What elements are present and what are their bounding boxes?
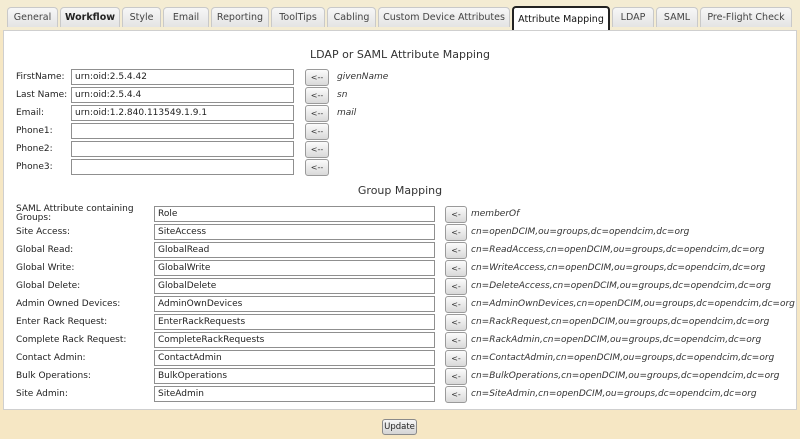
- tab-custom-device-attributes[interactable]: Custom Device Attributes: [378, 7, 510, 27]
- tab-attribute-mapping[interactable]: Attribute Mapping: [512, 6, 610, 30]
- global-write-input[interactable]: GlobalWrite: [154, 260, 435, 276]
- row-label: Last Name:: [16, 90, 68, 100]
- group-hint: cn=RackRequest,cn=openDCIM,ou=groups,dc=…: [471, 317, 770, 327]
- row-label: SAML Attribute containing Groups:: [16, 204, 134, 223]
- enter-rack-request-input[interactable]: EnterRackRequests: [154, 314, 435, 330]
- firstname-attribute-input[interactable]: urn:oid:2.5.4.42: [71, 69, 294, 85]
- group-hint: cn=WriteAccess,cn=openDCIM,ou=groups,dc=…: [471, 263, 766, 273]
- row-label: Site Admin:: [16, 389, 68, 399]
- copy-arrow-button[interactable]: <--: [305, 141, 329, 158]
- admin-owned-devices-input[interactable]: AdminOwnDevices: [154, 296, 435, 312]
- tab-cabling[interactable]: Cabling: [327, 7, 376, 27]
- group-section-title: Group Mapping: [357, 184, 443, 197]
- row-label: Phone3:: [16, 162, 53, 172]
- tab-email[interactable]: Email: [163, 7, 209, 27]
- row-label: FirstName:: [16, 72, 65, 82]
- row-label: Phone1:: [16, 126, 53, 136]
- copy-arrow-button[interactable]: <--: [305, 105, 329, 122]
- group-hint: cn=SiteAdmin,cn=openDCIM,ou=groups,dc=op…: [471, 389, 757, 399]
- copy-arrow-button[interactable]: <-: [445, 350, 467, 367]
- copy-arrow-button[interactable]: <-: [445, 278, 467, 295]
- tab-style[interactable]: Style: [122, 7, 161, 27]
- group-hint: cn=ReadAccess,cn=openDCIM,ou=groups,dc=o…: [471, 245, 765, 255]
- email-attribute-input[interactable]: urn:oid:1.2.840.113549.1.9.1: [71, 105, 294, 121]
- copy-arrow-button[interactable]: <--: [305, 159, 329, 176]
- row-label: Admin Owned Devices:: [16, 299, 121, 309]
- tab-workflow[interactable]: Workflow: [60, 7, 120, 27]
- tab-bar: General Workflow Style Email Reporting T…: [0, 0, 800, 30]
- mapping-hint: mail: [337, 108, 357, 118]
- mapping-hint: sn: [337, 90, 348, 100]
- phone2-attribute-input[interactable]: [71, 141, 294, 157]
- bulk-operations-input[interactable]: BulkOperations: [154, 368, 435, 384]
- row-label: Enter Rack Request:: [16, 317, 108, 327]
- copy-arrow-button[interactable]: <-: [445, 260, 467, 277]
- update-button[interactable]: Update: [382, 419, 417, 435]
- row-label: Bulk Operations:: [16, 371, 91, 381]
- group-hint: cn=DeleteAccess,cn=openDCIM,ou=groups,dc…: [471, 281, 771, 291]
- tab-ldap[interactable]: LDAP: [612, 7, 654, 27]
- attribute-mapping-panel: LDAP or SAML Attribute Mapping FirstName…: [3, 30, 797, 410]
- tab-reporting[interactable]: Reporting: [211, 7, 269, 27]
- lastname-attribute-input[interactable]: urn:oid:2.5.4.4: [71, 87, 294, 103]
- row-label: Global Write:: [16, 263, 75, 273]
- tab-pre-flight-check[interactable]: Pre-Flight Check: [700, 7, 792, 27]
- complete-rack-request-input[interactable]: CompleteRackRequests: [154, 332, 435, 348]
- copy-arrow-button[interactable]: <-: [445, 332, 467, 349]
- group-hint: cn=openDCIM,ou=groups,dc=opendcim,dc=org: [471, 227, 690, 237]
- row-label: Contact Admin:: [16, 353, 86, 363]
- phone1-attribute-input[interactable]: [71, 123, 294, 139]
- copy-arrow-button[interactable]: <--: [305, 69, 329, 86]
- copy-arrow-button[interactable]: <-: [445, 296, 467, 313]
- global-read-input[interactable]: GlobalRead: [154, 242, 435, 258]
- copy-arrow-button[interactable]: <-: [445, 224, 467, 241]
- group-hint: memberOf: [471, 209, 520, 219]
- copy-arrow-button[interactable]: <-: [445, 386, 467, 403]
- row-label: Global Read:: [16, 245, 74, 255]
- tab-general[interactable]: General: [7, 7, 58, 27]
- mapping-hint: givenName: [337, 72, 389, 82]
- copy-arrow-button[interactable]: <--: [305, 87, 329, 104]
- contact-admin-input[interactable]: ContactAdmin: [154, 350, 435, 366]
- global-delete-input[interactable]: GlobalDelete: [154, 278, 435, 294]
- mapping-section-title: LDAP or SAML Attribute Mapping: [310, 48, 490, 61]
- phone3-attribute-input[interactable]: [71, 159, 294, 175]
- row-label: Phone2:: [16, 144, 53, 154]
- copy-arrow-button[interactable]: <-: [445, 242, 467, 259]
- group-hint: cn=RackAdmin,cn=openDCIM,ou=groups,dc=op…: [471, 335, 762, 345]
- copy-arrow-button[interactable]: <-: [445, 314, 467, 331]
- group-hint: cn=BulkOperations,cn=openDCIM,ou=groups,…: [471, 371, 780, 381]
- group-hint: cn=ContactAdmin,cn=openDCIM,ou=groups,dc…: [471, 353, 775, 363]
- row-label: Complete Rack Request:: [16, 335, 127, 345]
- site-access-input[interactable]: SiteAccess: [154, 224, 435, 240]
- saml-groups-attribute-input[interactable]: Role: [154, 206, 435, 222]
- tab-saml[interactable]: SAML: [656, 7, 698, 27]
- row-label: Global Delete:: [16, 281, 81, 291]
- copy-arrow-button[interactable]: <--: [305, 123, 329, 140]
- row-label: Site Access:: [16, 227, 70, 237]
- group-hint: cn=AdminOwnDevices,cn=openDCIM,ou=groups…: [471, 299, 795, 309]
- row-label: Email:: [16, 108, 45, 118]
- tab-tooltips[interactable]: ToolTips: [271, 7, 325, 27]
- copy-arrow-button[interactable]: <-: [445, 368, 467, 385]
- copy-arrow-button[interactable]: <-: [445, 206, 467, 223]
- site-admin-input[interactable]: SiteAdmin: [154, 386, 435, 402]
